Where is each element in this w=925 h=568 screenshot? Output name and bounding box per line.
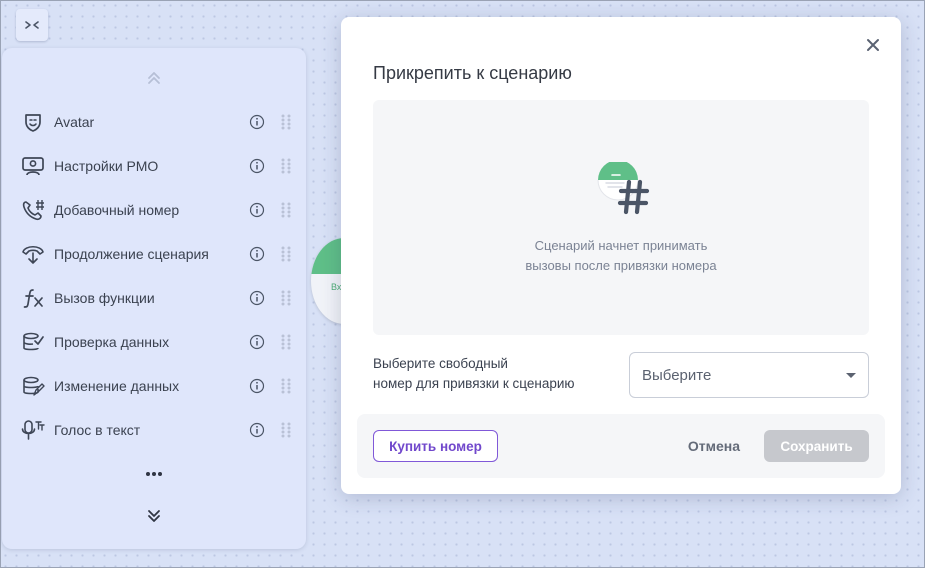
dialog-title: Прикрепить к сценарию xyxy=(373,63,572,83)
node-label: Вх xyxy=(331,282,342,292)
sidebar-item-data-edit[interactable]: Изменение данных xyxy=(2,364,306,408)
info-icon[interactable] xyxy=(249,290,265,306)
data-check-icon xyxy=(21,330,45,354)
blocks-sidebar: Avatar Настройки РМО Добавочный номер Пр… xyxy=(2,48,306,549)
sidebar-item-label: Продолжение сценария xyxy=(54,246,209,262)
phone-extension-icon xyxy=(21,198,45,222)
preview-description: Сценарий начнет принимать вызовы после п… xyxy=(373,236,869,276)
info-icon[interactable] xyxy=(249,158,265,174)
drag-handle-icon[interactable] xyxy=(280,378,292,394)
sidebar-item-rmo-settings[interactable]: Настройки РМО xyxy=(2,144,306,188)
free-number-select[interactable]: Выберите xyxy=(629,352,869,398)
close-icon[interactable] xyxy=(865,37,881,53)
sidebar-item-label: Вызов функции xyxy=(54,290,155,306)
sidebar-item-function-call[interactable]: Вызов функции xyxy=(2,276,306,320)
data-edit-icon xyxy=(21,374,45,398)
label-line: Выберите свободный xyxy=(373,356,508,371)
info-icon[interactable] xyxy=(249,114,265,130)
sidebar-item-data-check[interactable]: Проверка данных xyxy=(2,320,306,364)
sidebar-item-label: Настройки РМО xyxy=(54,158,159,174)
number-select-label: Выберите свободный номер для привязки к … xyxy=(373,354,613,394)
label-line: номер для привязки к сценарию xyxy=(373,376,575,391)
sidebar-item-voice-to-text[interactable]: Голос в текст xyxy=(2,408,306,452)
sidebar-item-extension-number[interactable]: Добавочный номер xyxy=(2,188,306,232)
sidebar-item-scenario-continue[interactable]: Продолжение сценария xyxy=(2,232,306,276)
sidebar-item-label: Avatar xyxy=(54,114,95,130)
info-icon[interactable] xyxy=(249,334,265,350)
drag-handle-icon[interactable] xyxy=(280,158,292,174)
info-icon[interactable] xyxy=(249,422,265,438)
sidebar-item-avatar[interactable]: Avatar xyxy=(2,100,306,144)
sidebar-item-label: Добавочный номер xyxy=(54,202,180,218)
dialog-footer: Купить номер Отмена Сохранить xyxy=(357,414,885,478)
double-chevron-down-icon[interactable] xyxy=(146,508,162,524)
select-value: Выберите xyxy=(642,367,712,384)
save-button[interactable]: Сохранить xyxy=(764,430,869,462)
more-blocks-button[interactable] xyxy=(140,462,168,486)
drag-handle-icon[interactable] xyxy=(280,246,292,262)
sidebar-item-label: Голос в текст xyxy=(54,422,141,438)
caret-down-icon xyxy=(846,373,856,378)
preview-text-line: Сценарий начнет принимать xyxy=(534,238,708,253)
drag-handle-icon[interactable] xyxy=(280,202,292,218)
sidebar-item-label: Изменение данных xyxy=(54,378,180,394)
collapse-panel-button[interactable] xyxy=(16,9,48,41)
attach-to-scenario-dialog: Прикрепить к сценарию Сценарий начнет пр… xyxy=(341,17,901,494)
drag-handle-icon[interactable] xyxy=(280,422,292,438)
scenario-continue-icon xyxy=(21,242,45,266)
info-icon[interactable] xyxy=(249,246,265,262)
operator-settings-icon xyxy=(21,154,45,178)
sidebar-item-label: Проверка данных xyxy=(54,334,170,350)
info-icon[interactable] xyxy=(249,202,265,218)
voice-to-text-icon xyxy=(21,418,45,442)
cancel-button[interactable]: Отмена xyxy=(679,430,749,462)
function-fx-icon xyxy=(21,286,45,310)
preview-text-line: вызовы после привязки номера xyxy=(525,258,717,273)
info-icon[interactable] xyxy=(249,378,265,394)
collapse-arrows-icon xyxy=(25,21,39,29)
buy-number-button[interactable]: Купить номер xyxy=(373,430,498,462)
avatar-mask-icon xyxy=(21,110,45,134)
scenario-hash-icon xyxy=(597,162,650,215)
more-dots-icon xyxy=(146,472,162,476)
preview-panel: Сценарий начнет принимать вызовы после п… xyxy=(373,100,869,335)
drag-handle-icon[interactable] xyxy=(280,114,292,130)
drag-handle-icon[interactable] xyxy=(280,334,292,350)
double-chevron-up-icon[interactable] xyxy=(146,70,162,86)
drag-handle-icon[interactable] xyxy=(280,290,292,306)
